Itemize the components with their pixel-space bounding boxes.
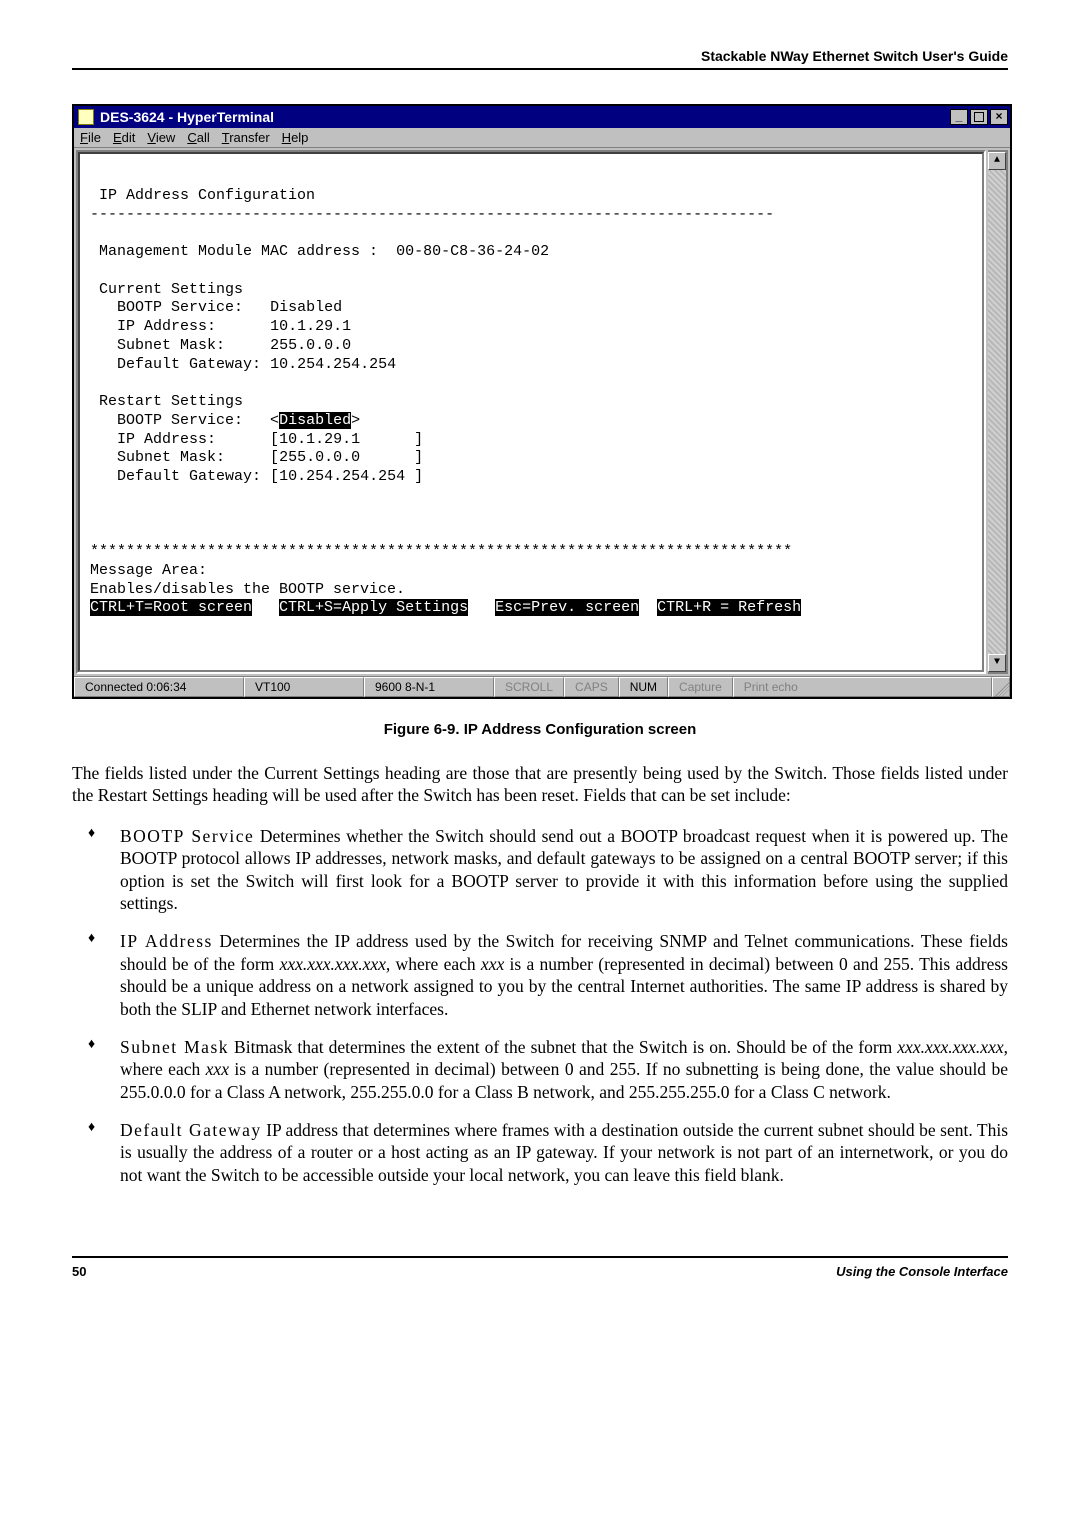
rst-mask-label: Subnet Mask: [117, 449, 225, 466]
scrollbar[interactable]: ▲ ▼ [988, 150, 1008, 674]
mac-label: Management Module MAC address : [99, 243, 378, 260]
rst-bootp-value[interactable]: Disabled [279, 412, 351, 429]
bullet-gateway: Default Gateway IP address that determin… [72, 1119, 1008, 1186]
rst-ip-label: IP Address: [117, 431, 216, 448]
footer-section: Using the Console Interface [836, 1264, 1008, 1279]
resize-grip-icon[interactable] [992, 677, 1010, 697]
mac-value: 00-80-C8-36-24-02 [396, 243, 549, 260]
status-caps: CAPS [564, 677, 619, 697]
term-bootp: BOOTP Service [120, 826, 254, 846]
restart-heading: Restart Settings [99, 393, 243, 410]
term-title: IP Address Configuration [99, 187, 315, 204]
text-bootp: Determines whether the Switch should sen… [120, 826, 1008, 913]
rst-bootp-label: BOOTP Service: [117, 412, 243, 429]
bullet-subnet: Subnet Mask Bitmask that determines the … [72, 1036, 1008, 1103]
rst-gw-value[interactable]: 10.254.254.254 [279, 468, 405, 485]
rst-gw-label: Default Gateway: [117, 468, 261, 485]
cur-bootp-label: BOOTP Service: [117, 299, 243, 316]
cur-bootp-value: Disabled [270, 299, 342, 316]
term-rule: ----------------------------------------… [90, 206, 774, 223]
status-printecho: Print echo [733, 677, 992, 697]
intro-paragraph: The fields listed under the Current Sett… [72, 762, 1008, 807]
hotkey-prev: Esc=Prev. screen [495, 599, 639, 616]
menu-edit[interactable]: Edit [113, 130, 135, 145]
menu-view[interactable]: View [147, 130, 175, 145]
menu-help[interactable]: Help [282, 130, 309, 145]
running-header: Stackable NWay Ethernet Switch User's Gu… [72, 48, 1008, 70]
page-footer: 50 Using the Console Interface [72, 1256, 1008, 1279]
status-scroll: SCROLL [494, 677, 564, 697]
terminal-screen[interactable]: IP Address Configuration ---------------… [78, 152, 984, 672]
menu-call[interactable]: Call [187, 130, 209, 145]
status-num: NUM [619, 677, 668, 697]
scroll-up-icon[interactable]: ▲ [988, 152, 1006, 170]
cur-mask-value: 255.0.0.0 [270, 337, 351, 354]
figure-caption: Figure 6-9. IP Address Configuration scr… [72, 721, 1008, 738]
cur-ip-label: IP Address: [117, 318, 216, 335]
close-button[interactable]: × [990, 109, 1008, 125]
rst-mask-value[interactable]: 255.0.0.0 [279, 449, 360, 466]
menubar: File Edit View Call Transfer Help [74, 128, 1010, 148]
menu-file[interactable]: File [80, 130, 101, 145]
titlebar: DES-3624 - HyperTerminal _ × [74, 106, 1010, 128]
cur-ip-value: 10.1.29.1 [270, 318, 351, 335]
msg-text: Enables/disables the BOOTP service. [90, 581, 405, 598]
bullet-bootp: BOOTP Service Determines whether the Swi… [72, 825, 1008, 915]
term-subnet: Subnet Mask [120, 1037, 229, 1057]
status-connected: Connected 0:06:34 [74, 677, 244, 697]
hotkey-apply: CTRL+S=Apply Settings [279, 599, 468, 616]
hyperterminal-window: DES-3624 - HyperTerminal _ × File Edit V… [72, 104, 1012, 699]
maximize-button[interactable] [970, 109, 988, 125]
minimize-button[interactable]: _ [950, 109, 968, 125]
window-title: DES-3624 - HyperTerminal [100, 109, 274, 125]
term-ip: IP Address [120, 931, 213, 951]
scroll-track[interactable] [988, 170, 1006, 654]
scroll-down-icon[interactable]: ▼ [988, 654, 1006, 672]
term-stars: ****************************************… [90, 543, 792, 560]
status-emulation: VT100 [244, 677, 364, 697]
hotkey-refresh: CTRL+R = Refresh [657, 599, 801, 616]
cur-gw-label: Default Gateway: [117, 356, 261, 373]
statusbar: Connected 0:06:34 VT100 9600 8-N-1 SCROL… [74, 676, 1010, 697]
current-heading: Current Settings [99, 281, 243, 298]
page-number: 50 [72, 1264, 86, 1279]
status-params: 9600 8-N-1 [364, 677, 494, 697]
rst-ip-value[interactable]: 10.1.29.1 [279, 431, 360, 448]
status-capture: Capture [668, 677, 733, 697]
term-gateway: Default Gateway [120, 1120, 262, 1140]
menu-transfer[interactable]: Transfer [222, 130, 270, 145]
cur-gw-value: 10.254.254.254 [270, 356, 396, 373]
msg-area-label: Message Area: [90, 562, 207, 579]
hotkey-root: CTRL+T=Root screen [90, 599, 252, 616]
app-icon [78, 109, 94, 125]
bullet-ip: IP Address Determines the IP address use… [72, 930, 1008, 1020]
cur-mask-label: Subnet Mask: [117, 337, 225, 354]
